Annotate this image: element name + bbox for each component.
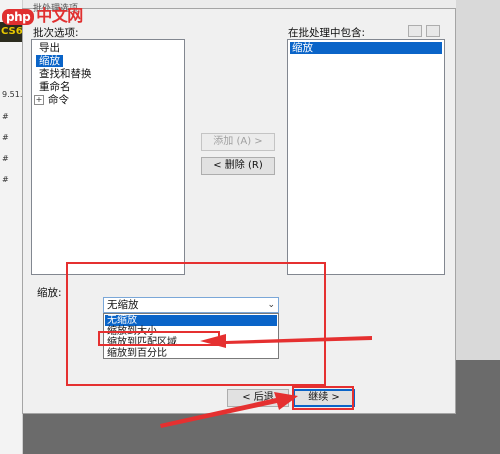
php-logo-icon: php — [2, 9, 35, 25]
site-watermark: php 中文网 — [2, 2, 83, 26]
annotation-arrows — [160, 334, 372, 428]
watermark-text: 中文网 — [36, 6, 83, 25]
annotation-arrow-icon — [160, 392, 298, 428]
annotation-arrow-icon — [200, 334, 372, 348]
